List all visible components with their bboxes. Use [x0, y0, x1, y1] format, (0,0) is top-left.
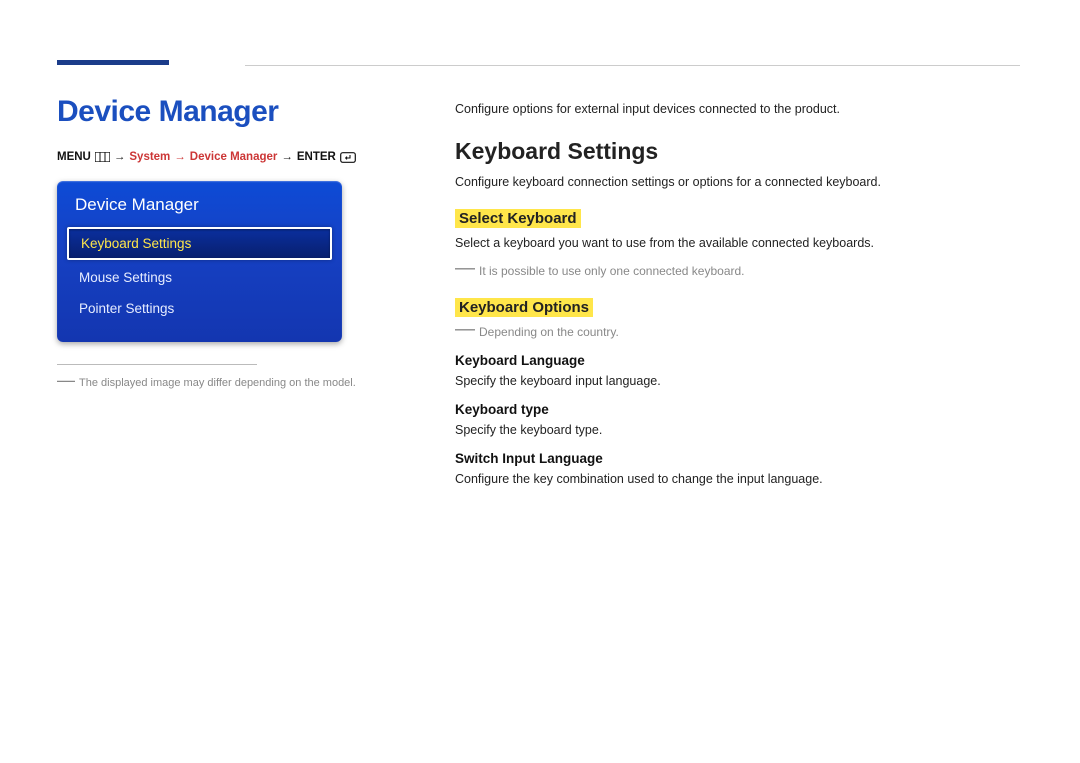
panel-item-pointer-settings[interactable]: Pointer Settings: [57, 293, 342, 324]
keyboard-options-note-text: Depending on the country.: [479, 325, 619, 339]
select-keyboard-note: ― It is possible to use only one connect…: [455, 264, 1020, 278]
subheading-select-keyboard: Select Keyboard: [455, 209, 581, 228]
select-keyboard-note-text: It is possible to use only one connected…: [479, 264, 745, 278]
section-heading: Keyboard Settings: [455, 138, 1020, 165]
top-divider: [245, 65, 1020, 66]
dash-icon: ―: [455, 264, 475, 273]
option-heading-keyboard-type: Keyboard type: [455, 402, 1020, 417]
page-title: Device Manager: [57, 95, 377, 129]
arrow-icon: →: [114, 151, 126, 163]
breadcrumb-enter-label: ENTER: [297, 151, 336, 163]
model-note-text: The displayed image may differ depending…: [79, 375, 356, 392]
option-desc-switch-input-language: Configure the key combination used to ch…: [455, 472, 1020, 486]
subheading-keyboard-options: Keyboard Options: [455, 298, 593, 317]
panel-item-mouse-settings[interactable]: Mouse Settings: [57, 262, 342, 293]
arrow-icon: →: [281, 151, 293, 163]
settings-panel: Device Manager Keyboard Settings Mouse S…: [57, 181, 342, 342]
dash-icon: ―: [455, 325, 475, 334]
dash-icon: ―: [57, 375, 75, 392]
menu-icon: [95, 152, 110, 162]
breadcrumb-item-system: System: [129, 151, 170, 163]
enter-icon: [340, 152, 356, 163]
option-heading-switch-input-language: Switch Input Language: [455, 451, 1020, 466]
option-desc-keyboard-type: Specify the keyboard type.: [455, 423, 1020, 437]
option-desc-keyboard-language: Specify the keyboard input language.: [455, 374, 1020, 388]
breadcrumb: MENU → System → Device Manager → ENTER: [57, 151, 377, 163]
arrow-icon: →: [174, 151, 186, 163]
keyboard-options-note: ― Depending on the country.: [455, 325, 1020, 339]
panel-item-keyboard-settings[interactable]: Keyboard Settings: [67, 227, 332, 260]
left-column: Device Manager MENU → System → Device Ma…: [57, 95, 377, 392]
content-column: Configure options for external input dev…: [455, 102, 1020, 500]
accent-bar: [57, 60, 169, 65]
section-desc: Configure keyboard connection settings o…: [455, 175, 1020, 189]
left-divider: [57, 364, 257, 365]
option-heading-keyboard-language: Keyboard Language: [455, 353, 1020, 368]
breadcrumb-item-device-manager: Device Manager: [190, 151, 278, 163]
select-keyboard-desc: Select a keyboard you want to use from t…: [455, 236, 1020, 250]
breadcrumb-menu-label: MENU: [57, 151, 91, 163]
model-note: ― The displayed image may differ dependi…: [57, 375, 377, 392]
panel-title: Device Manager: [57, 189, 342, 227]
intro-text: Configure options for external input dev…: [455, 102, 1020, 116]
